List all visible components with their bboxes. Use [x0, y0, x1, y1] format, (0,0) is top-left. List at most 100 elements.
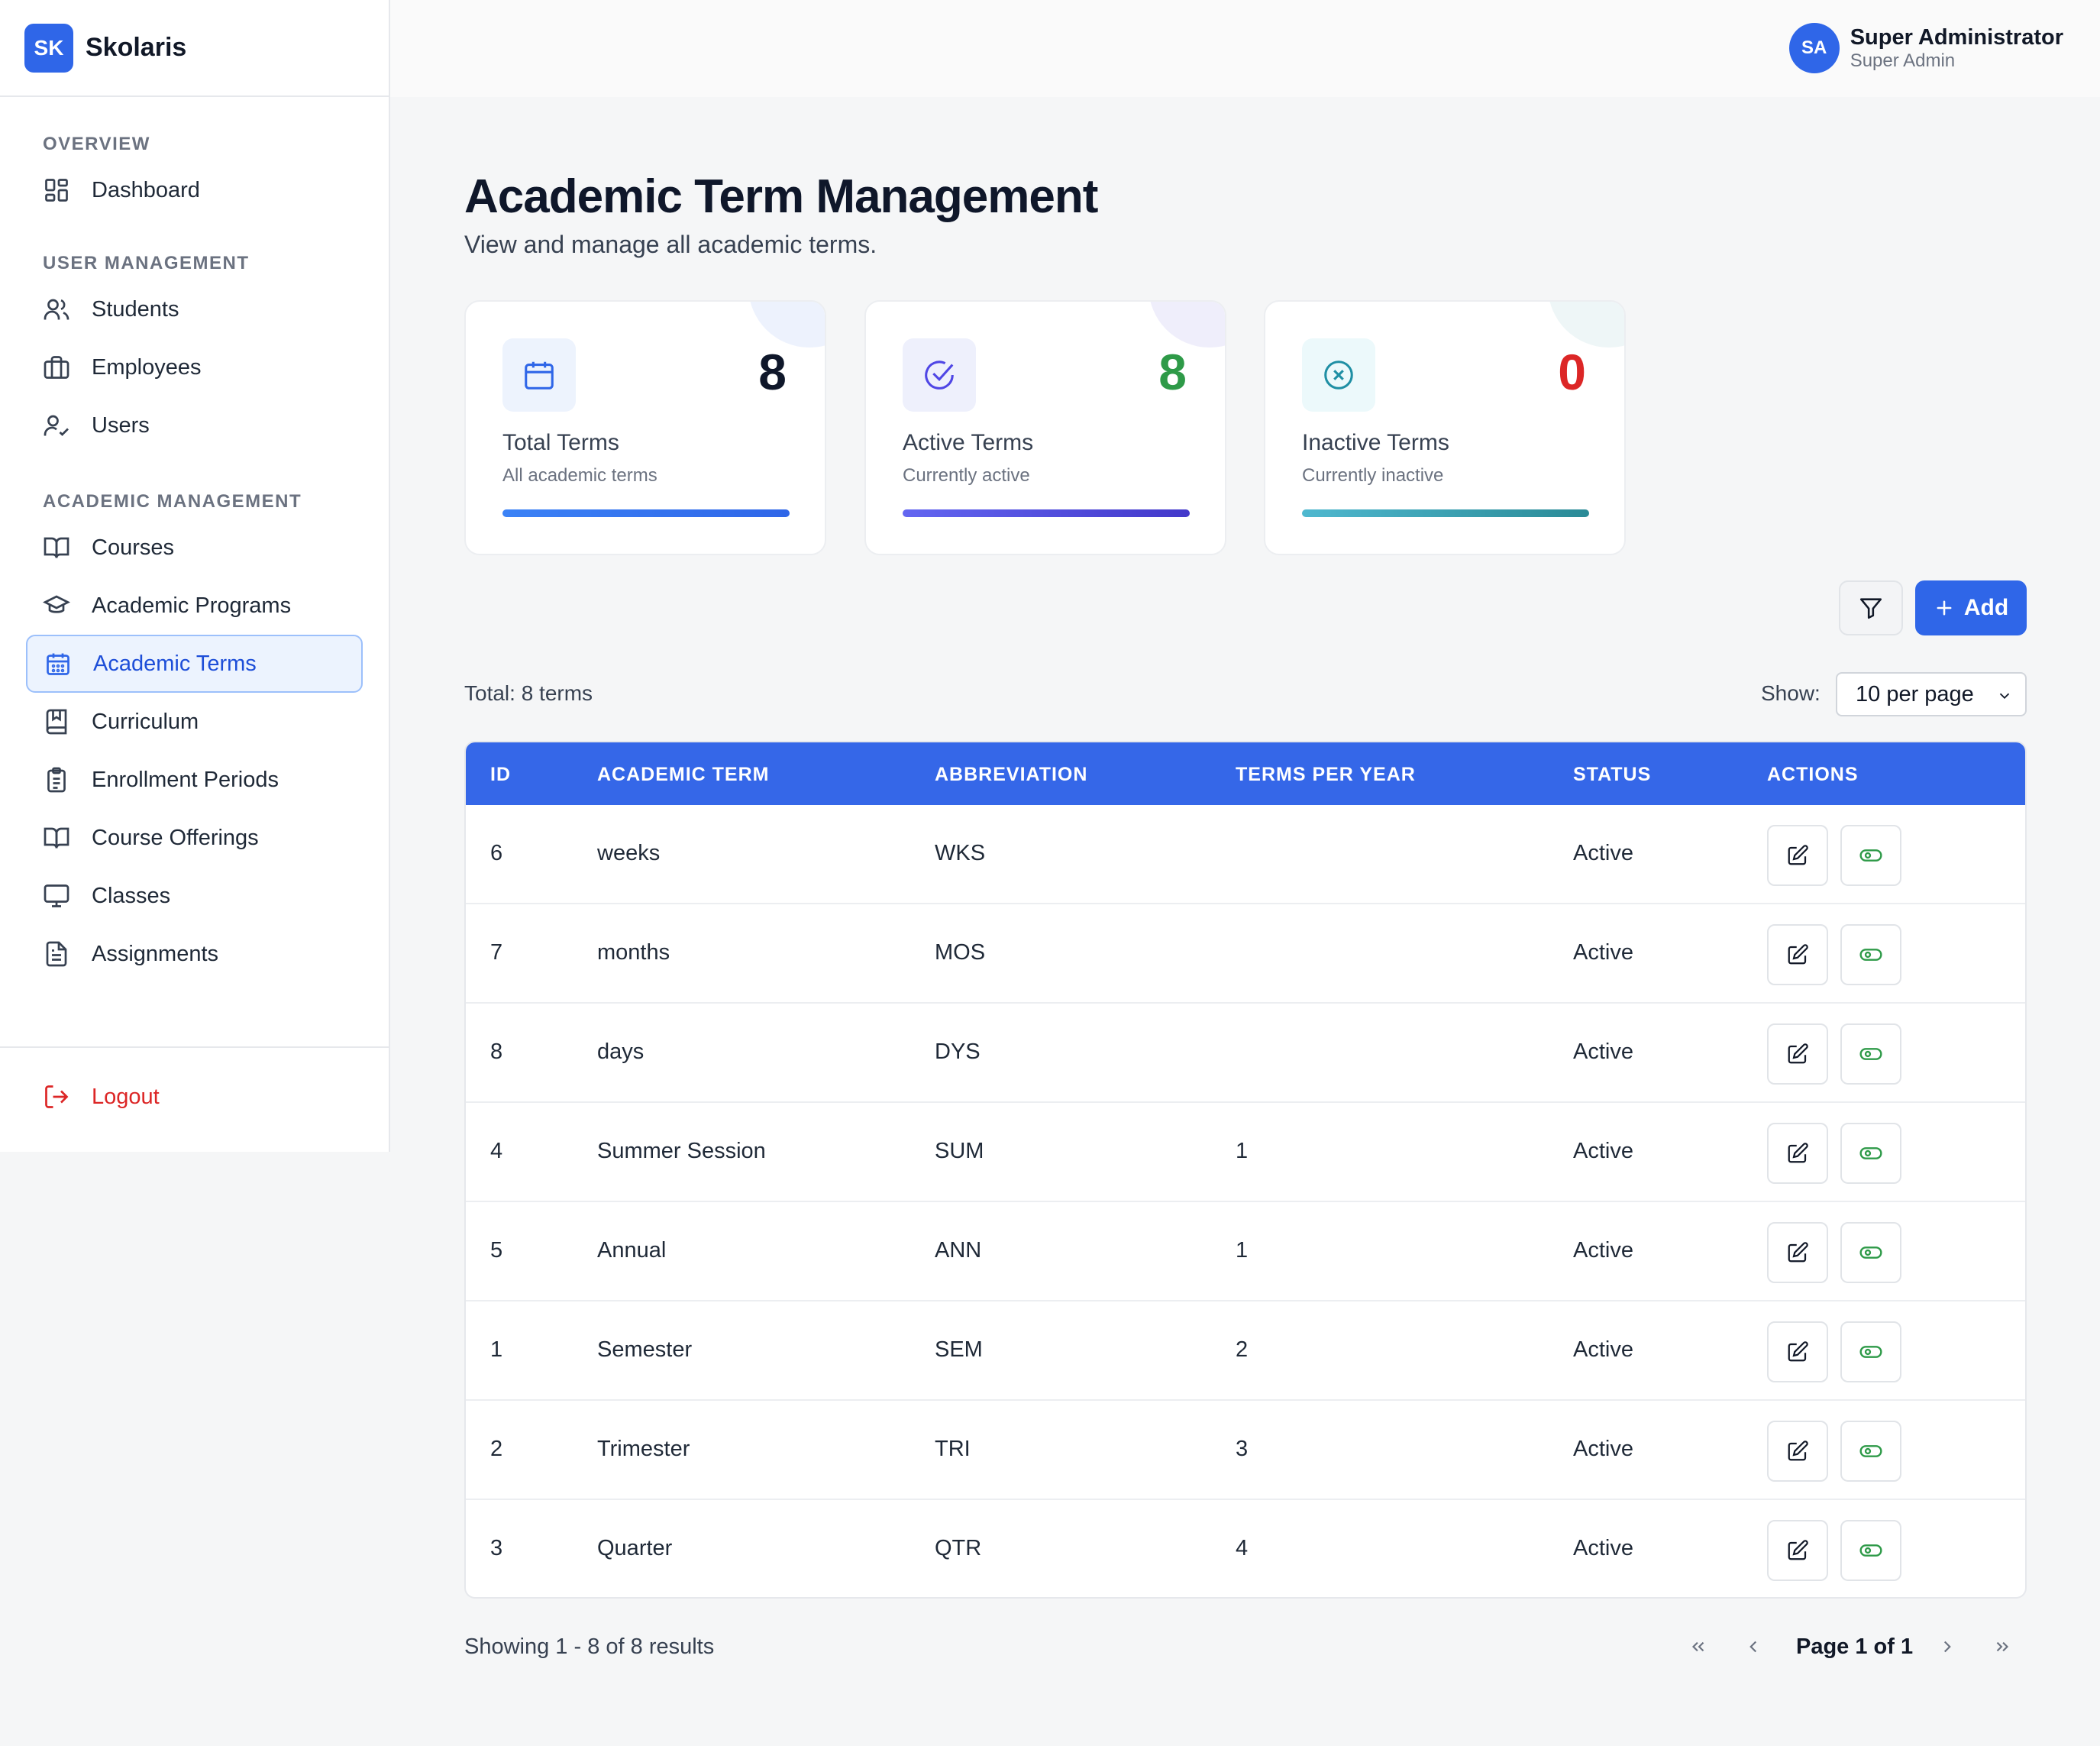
- edit-icon: [1786, 1440, 1809, 1463]
- next-page-button[interactable]: [1932, 1631, 1963, 1662]
- cell-academic-term: Annual: [597, 1238, 667, 1263]
- cell-abbreviation: WKS: [935, 841, 986, 865]
- user-check-icon: [43, 412, 70, 439]
- cell-terms-per-year: 3: [1236, 1437, 1249, 1461]
- brand-logo: SK: [24, 23, 73, 73]
- terms-table: ID ACADEMIC TERM ABBREVIATION TERMS PER …: [464, 741, 2027, 1599]
- toggle-status-button[interactable]: [1840, 1321, 1901, 1382]
- table-row: 7 months MOS Active: [466, 904, 2025, 1004]
- table-row: 2 Trimester TRI 3 Active: [466, 1401, 2025, 1500]
- column-header-id[interactable]: ID: [490, 764, 511, 786]
- graduation-cap-icon: [43, 592, 70, 619]
- filter-button[interactable]: [1839, 580, 1903, 635]
- table-row: 8 days DYS Active: [466, 1004, 2025, 1103]
- cell-status: Active: [1573, 841, 1633, 865]
- cell-abbreviation: TRI: [935, 1437, 971, 1461]
- toggle-status-button[interactable]: [1840, 1123, 1901, 1184]
- cell-status: Active: [1573, 1536, 1633, 1560]
- cell-status: Active: [1573, 1337, 1633, 1362]
- stat-value: 8: [758, 344, 787, 400]
- sidebar-item-label: Dashboard: [92, 177, 200, 202]
- sidebar-item-label: Course Offerings: [92, 825, 259, 850]
- logout-button[interactable]: Logout: [26, 1068, 363, 1126]
- edit-icon: [1786, 943, 1809, 966]
- table-row: 6 weeks WKS Active: [466, 805, 2025, 904]
- toggle-status-button[interactable]: [1840, 825, 1901, 886]
- cell-status: Active: [1573, 1040, 1633, 1064]
- dashboard-icon: [43, 176, 70, 204]
- cell-terms-per-year: 1: [1236, 1139, 1249, 1163]
- column-header-academic-term[interactable]: ACADEMIC TERM: [597, 764, 770, 786]
- edit-button[interactable]: [1767, 1123, 1828, 1184]
- brand[interactable]: SK Skolaris: [0, 0, 389, 97]
- cell-abbreviation: ANN: [935, 1238, 982, 1263]
- stat-card-active: 8 Active Terms Currently active: [864, 300, 1226, 555]
- sidebar-item-enrollment-periods[interactable]: Enrollment Periods: [26, 751, 363, 809]
- sidebar-item-label: Enrollment Periods: [92, 767, 279, 792]
- sidebar-item-course-offerings[interactable]: Course Offerings: [26, 809, 363, 867]
- last-page-button[interactable]: [1987, 1631, 2018, 1662]
- previous-page-button[interactable]: [1738, 1631, 1769, 1662]
- table-row: 4 Summer Session SUM 1 Active: [466, 1103, 2025, 1202]
- edit-icon: [1786, 1340, 1809, 1363]
- add-term-button[interactable]: Add: [1915, 580, 2027, 635]
- cell-status: Active: [1573, 1139, 1633, 1163]
- toggle-status-button[interactable]: [1840, 1421, 1901, 1482]
- user-menu[interactable]: SA Super Administrator Super Admin: [1788, 23, 2063, 73]
- plus-icon: [1934, 597, 1964, 619]
- edit-button[interactable]: [1767, 1023, 1828, 1085]
- column-header-status[interactable]: STATUS: [1573, 764, 1651, 786]
- calendar-icon: [502, 338, 576, 412]
- sidebar-item-users[interactable]: Users: [26, 396, 363, 454]
- sidebar-item-label: Curriculum: [92, 709, 199, 734]
- edit-button[interactable]: [1767, 1222, 1828, 1283]
- edit-button[interactable]: [1767, 1520, 1828, 1581]
- sidebar-item-courses[interactable]: Courses: [26, 519, 363, 577]
- user-name: Super Administrator: [1850, 25, 2063, 50]
- sidebar: SK Skolaris OVERVIEW Dashboard USER MANA…: [0, 0, 390, 1152]
- cell-abbreviation: QTR: [935, 1536, 982, 1560]
- edit-button[interactable]: [1767, 924, 1828, 985]
- toggle-status-button[interactable]: [1840, 1023, 1901, 1085]
- sidebar-item-students[interactable]: Students: [26, 280, 363, 338]
- sidebar-item-curriculum[interactable]: Curriculum: [26, 693, 363, 751]
- table-body: 6 weeks WKS Active 7 months MOS Active 8 days DYS A…: [466, 805, 2025, 1597]
- per-page-select[interactable]: 10 per page: [1836, 672, 2027, 716]
- sidebar-item-label: Students: [92, 296, 179, 322]
- sidebar-item-employees[interactable]: Employees: [26, 338, 363, 396]
- page-subtitle: View and manage all academic terms.: [464, 231, 877, 258]
- sidebar-item-dashboard[interactable]: Dashboard: [26, 161, 363, 219]
- table-header: ID ACADEMIC TERM ABBREVIATION TERMS PER …: [466, 742, 2025, 805]
- column-header-terms-per-year[interactable]: TERMS PER YEAR: [1236, 764, 1416, 786]
- toggle-status-button[interactable]: [1840, 1520, 1901, 1581]
- toggle-status-button[interactable]: [1840, 924, 1901, 985]
- toggle-icon: [1859, 1240, 1883, 1265]
- cell-status: Active: [1573, 940, 1633, 965]
- nav-section-overview: OVERVIEW: [43, 134, 150, 154]
- toggle-status-button[interactable]: [1840, 1222, 1901, 1283]
- table-row: 3 Quarter QTR 4 Active: [466, 1500, 2025, 1597]
- check-circle-icon: [903, 338, 976, 412]
- edit-button[interactable]: [1767, 1321, 1828, 1382]
- edit-button[interactable]: [1767, 1421, 1828, 1482]
- first-page-button[interactable]: [1683, 1631, 1714, 1662]
- cell-id: 3: [490, 1536, 503, 1560]
- sidebar-item-academic-programs[interactable]: Academic Programs: [26, 577, 363, 635]
- clipboard-list-icon: [43, 766, 70, 794]
- sidebar-item-classes[interactable]: Classes: [26, 867, 363, 925]
- stat-label: Total Terms: [502, 430, 619, 455]
- chevron-left-icon: [1743, 1637, 1763, 1657]
- cell-academic-term: months: [597, 940, 670, 965]
- column-header-abbreviation[interactable]: ABBREVIATION: [935, 764, 1087, 786]
- cell-terms-per-year: 1: [1236, 1238, 1249, 1263]
- stat-value: 0: [1558, 344, 1586, 400]
- chevron-right-icon: [1937, 1637, 1957, 1657]
- edit-button[interactable]: [1767, 825, 1828, 886]
- book-open-icon: [43, 824, 70, 852]
- filter-icon: [1858, 595, 1884, 621]
- sidebar-item-assignments[interactable]: Assignments: [26, 925, 363, 983]
- page-indicator: Page 1 of 1: [1796, 1634, 1914, 1659]
- sidebar-item-academic-terms[interactable]: Academic Terms: [26, 635, 363, 693]
- edit-icon: [1786, 1241, 1809, 1264]
- sidebar-item-label: Academic Terms: [93, 651, 257, 676]
